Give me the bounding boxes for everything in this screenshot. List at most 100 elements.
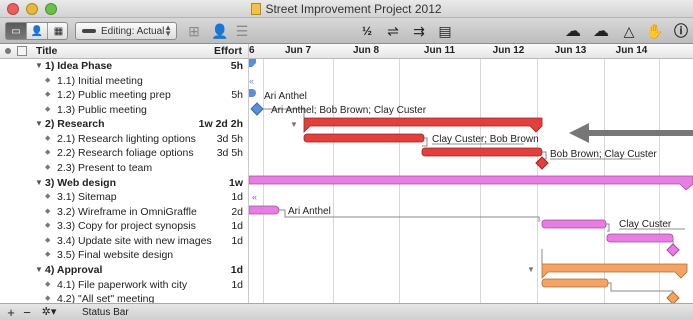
task-title[interactable]: 3) Web design bbox=[45, 176, 116, 190]
outline-task-row[interactable]: ◆ 1.3) Public meeting bbox=[0, 103, 249, 118]
task-bar-copy-synopsis[interactable] bbox=[541, 219, 607, 229]
task-effort[interactable]: 5h bbox=[231, 88, 243, 102]
date-header: Jun 12 bbox=[492, 45, 525, 56]
outline-task-row[interactable]: ◆ 1.2) Public meeting prep 5h bbox=[0, 88, 249, 103]
status-column-icon[interactable] bbox=[17, 46, 27, 56]
dependency-line bbox=[606, 223, 610, 232]
task-effort[interactable]: 5h bbox=[231, 59, 243, 73]
remove-task-button[interactable]: − bbox=[20, 305, 34, 320]
task-effort[interactable]: 1d bbox=[231, 278, 243, 292]
gear-column-icon[interactable] bbox=[4, 47, 12, 55]
task-effort[interactable]: 2d bbox=[231, 205, 243, 219]
task-bullet-icon: ◆ bbox=[45, 280, 51, 288]
connect-icon[interactable]: ⊞ bbox=[184, 22, 204, 40]
info-icon[interactable]: ⓘ bbox=[672, 22, 690, 40]
add-task-button[interactable]: + bbox=[4, 305, 18, 320]
task-title[interactable]: 1) Idea Phase bbox=[45, 59, 112, 73]
task-title[interactable]: 4.1) File paperwork with city bbox=[57, 278, 187, 292]
task-bar-research-foliage[interactable] bbox=[421, 147, 543, 157]
group-bar-web-design[interactable] bbox=[249, 175, 693, 191]
outline-group-row[interactable]: ▼ 3) Web design 1w bbox=[0, 176, 249, 191]
effort-column-header[interactable]: Effort bbox=[214, 45, 242, 57]
window-title: Street Improvement Project 2012 bbox=[0, 2, 693, 16]
disclosure-triangle-icon[interactable]: ▼ bbox=[35, 176, 43, 190]
task-title[interactable]: 2.3) Present to team bbox=[57, 161, 152, 175]
outline-task-row[interactable]: ◆ 3.1) Sitemap 1d bbox=[0, 190, 249, 205]
action-menu-button[interactable]: ✲▾ bbox=[38, 305, 60, 320]
outline-task-row[interactable]: ◆ 1.1) Initial meeting bbox=[0, 74, 249, 89]
task-title[interactable]: 3.4) Update site with new images bbox=[57, 234, 212, 248]
milestone-icon[interactable]: △ bbox=[620, 22, 638, 40]
task-bar-research-lighting[interactable] bbox=[303, 133, 425, 143]
off-screen-arrow-icon: « bbox=[249, 76, 254, 86]
outline-task-row[interactable]: ◆ 3.5) Final website design bbox=[0, 248, 249, 263]
task-bar-file-paperwork[interactable] bbox=[541, 278, 609, 288]
off-screen-arrow-icon: « bbox=[252, 192, 257, 202]
title-column-header[interactable]: Title bbox=[36, 45, 57, 57]
catch-up-icon[interactable]: ☁ bbox=[562, 22, 584, 40]
task-title[interactable]: 2) Research bbox=[45, 117, 105, 131]
task-effort[interactable]: 3d 5h bbox=[217, 132, 243, 146]
split-icon[interactable]: ⇌ bbox=[383, 22, 403, 40]
outline-group-row[interactable]: ▼ 1) Idea Phase 5h bbox=[0, 59, 249, 74]
join-icon[interactable]: ⇉ bbox=[409, 22, 429, 40]
task-bar-wireframe[interactable] bbox=[249, 205, 280, 215]
task-bullet-icon: ◆ bbox=[45, 105, 51, 113]
baseline-popup[interactable]: Editing: Actual ▲ ▼ bbox=[75, 22, 177, 40]
stop-icon[interactable]: ✋ bbox=[646, 22, 664, 40]
outline-group-row[interactable]: ▼ 4) Approval 1d bbox=[0, 263, 249, 278]
title-bar: Street Improvement Project 2012 bbox=[0, 0, 693, 18]
group-bar-idea[interactable] bbox=[249, 59, 256, 67]
resources-view-icon[interactable]: 👤 bbox=[27, 23, 48, 39]
gantt-label: Ari Anthel bbox=[288, 206, 331, 217]
outline-task-row[interactable]: ◆ 2.2) Research foliage options 3d 5h bbox=[0, 146, 249, 161]
view-mode-selector[interactable]: ▭ 👤 ▦ bbox=[5, 22, 68, 40]
group-bar-research[interactable] bbox=[303, 117, 543, 133]
outline-group-row[interactable]: ▼ 2) Research 1w 2d 2h bbox=[0, 117, 249, 132]
status-text: Status Bar bbox=[82, 307, 129, 318]
task-effort[interactable]: 1d bbox=[231, 234, 243, 248]
outline-task-row[interactable]: ◆ 2.3) Present to team bbox=[0, 161, 249, 176]
milestone-all-set-meeting[interactable] bbox=[666, 291, 680, 303]
disclosure-triangle-icon[interactable]: ▼ bbox=[35, 59, 43, 73]
group-bar-approval[interactable] bbox=[541, 263, 688, 279]
outline-view-icon[interactable]: ▭ bbox=[6, 23, 27, 39]
task-title[interactable]: 2.1) Research lighting options bbox=[57, 132, 196, 146]
task-title[interactable]: 3.1) Sitemap bbox=[57, 190, 117, 204]
task-title[interactable]: 2.2) Research foliage options bbox=[57, 146, 194, 160]
task-effort[interactable]: 1w 2d 2h bbox=[199, 117, 243, 131]
milestone-final-website[interactable] bbox=[666, 243, 680, 257]
baseline-label: Editing: Actual bbox=[101, 25, 165, 37]
task-effort[interactable]: 1w bbox=[229, 176, 243, 190]
task-effort[interactable]: 1d bbox=[231, 263, 243, 277]
task-title[interactable]: 1.3) Public meeting bbox=[57, 103, 147, 117]
assign-resource-icon[interactable]: 👤 bbox=[210, 22, 230, 40]
outline-task-row[interactable]: ◆ 3.4) Update site with new images 1d bbox=[0, 234, 249, 249]
group-collapse-arrow-icon: ▼ bbox=[290, 120, 298, 129]
fraction-icon[interactable]: ½ bbox=[357, 22, 377, 40]
task-title[interactable]: 3.5) Final website design bbox=[57, 248, 173, 262]
annotation-arrow bbox=[569, 123, 693, 143]
task-effort[interactable]: 1d bbox=[231, 190, 243, 204]
date-header: Jun 7 bbox=[284, 45, 312, 56]
task-bar-update-site[interactable] bbox=[606, 233, 674, 243]
task-title[interactable]: 1.1) Initial meeting bbox=[57, 74, 143, 88]
task-effort[interactable]: 1d bbox=[231, 219, 243, 233]
outline-task-row[interactable]: ◆ 3.2) Wireframe in OmniGraffle 2d bbox=[0, 205, 249, 220]
outline-task-row[interactable]: ◆ 4.1) File paperwork with city 1d bbox=[0, 278, 249, 293]
level-icon[interactable]: ☰ bbox=[232, 22, 252, 40]
calendar-view-icon[interactable]: ▦ bbox=[48, 23, 69, 39]
task-effort[interactable]: 3d 5h bbox=[217, 146, 243, 160]
disclosure-triangle-icon[interactable]: ▼ bbox=[35, 263, 43, 277]
disclosure-triangle-icon[interactable]: ▼ bbox=[35, 117, 43, 131]
task-title[interactable]: 1.2) Public meeting prep bbox=[57, 88, 171, 102]
outline-task-row[interactable]: ◆ 3.3) Copy for project synopsis 1d bbox=[0, 219, 249, 234]
milestone-public-meeting[interactable] bbox=[250, 102, 264, 116]
task-title[interactable]: 4) Approval bbox=[45, 263, 102, 277]
baseline-bar-icon bbox=[82, 29, 96, 33]
inspector-icon[interactable]: ▤ bbox=[435, 22, 455, 40]
outline-task-row[interactable]: ◆ 2.1) Research lighting options 3d 5h bbox=[0, 132, 249, 147]
violation-icon[interactable]: ☁ bbox=[590, 22, 612, 40]
task-title[interactable]: 3.3) Copy for project synopsis bbox=[57, 219, 196, 233]
task-title[interactable]: 3.2) Wireframe in OmniGraffle bbox=[57, 205, 197, 219]
